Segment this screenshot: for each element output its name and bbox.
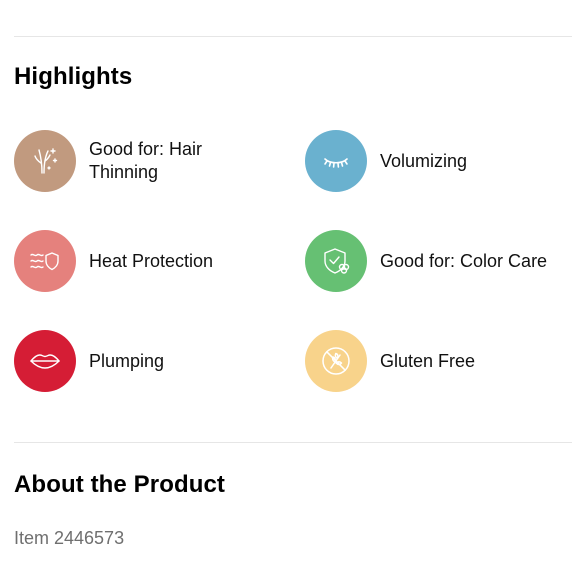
highlight-label: Heat Protection (89, 250, 214, 271)
highlight-label: Good for: Color Care (380, 250, 548, 271)
highlight-label: Good for: Hair Thinning (89, 139, 203, 182)
eyelash-icon (305, 130, 367, 192)
highlight-label: Gluten Free (380, 350, 476, 371)
hair-thinning-icon (14, 130, 76, 192)
highlight-plumping: Plumping (14, 330, 259, 392)
color-care-shield-icon (305, 230, 367, 292)
highlight-gluten-free: Gluten Free (305, 330, 550, 392)
top-divider (14, 36, 572, 37)
lips-icon (14, 330, 76, 392)
highlight-color-care: Good for: Color Care (305, 230, 570, 292)
highlight-label: Volumizing (380, 150, 468, 171)
section-divider (14, 442, 572, 443)
highlight-label: Plumping (89, 350, 165, 371)
highlight-volumizing: Volumizing (305, 130, 550, 192)
item-number: Item 2446573 (14, 528, 125, 548)
highlights-heading: Highlights (14, 63, 133, 90)
gluten-free-icon (305, 330, 367, 392)
highlight-heat-protection: Heat Protection (14, 230, 259, 292)
about-heading: About the Product (14, 471, 226, 498)
highlight-hair-thinning: Good for: Hair Thinning (14, 130, 259, 192)
heat-shield-icon (14, 230, 76, 292)
